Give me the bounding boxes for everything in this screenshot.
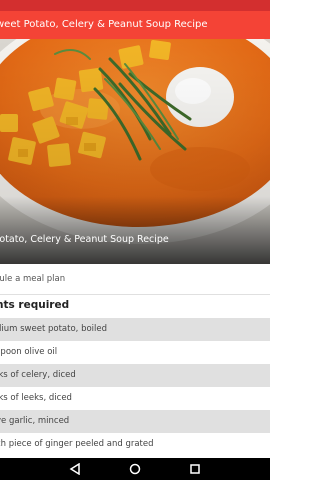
home-circle-icon[interactable]	[127, 461, 143, 477]
hero-caption: Potato, Celery & Peanut Soup Recipe	[0, 234, 169, 245]
page-title: weet Potato, Celery & Peanut Soup Recipe	[0, 19, 208, 30]
ingredient-text: lks of leeks, diced	[0, 393, 72, 403]
recents-square-icon[interactable]	[187, 461, 203, 477]
ingredient-text: ch piece of ginger peeled and grated	[0, 439, 154, 449]
ingredients-heading: nts required	[0, 299, 70, 311]
soup-photo	[0, 39, 270, 264]
system-nav-bar	[0, 458, 270, 480]
list-item: lks of celery, diced	[0, 364, 270, 387]
app-bar: weet Potato, Celery & Peanut Soup Recipe	[0, 11, 270, 39]
ingredient-text: dium sweet potato, boiled	[0, 324, 108, 334]
recipe-hero-image	[0, 39, 270, 264]
ingredients-list: dium sweet potato, boiled spoon olive oi…	[0, 318, 270, 456]
list-item: spoon olive oil	[0, 341, 270, 364]
list-item: ve garlic, minced	[0, 410, 270, 433]
schedule-meal-plan-button[interactable]: dule a meal plan	[0, 264, 270, 295]
list-item: dium sweet potato, boiled	[0, 318, 270, 341]
list-item: ch piece of ginger peeled and grated	[0, 433, 270, 456]
back-triangle-icon[interactable]	[67, 461, 83, 477]
ingredient-text: ve garlic, minced	[0, 416, 70, 426]
meal-plan-label: dule a meal plan	[0, 274, 66, 284]
list-item: lks of leeks, diced	[0, 387, 270, 410]
ingredient-text: spoon olive oil	[0, 347, 58, 357]
status-bar	[0, 0, 270, 11]
ingredient-text: lks of celery, diced	[0, 370, 76, 380]
